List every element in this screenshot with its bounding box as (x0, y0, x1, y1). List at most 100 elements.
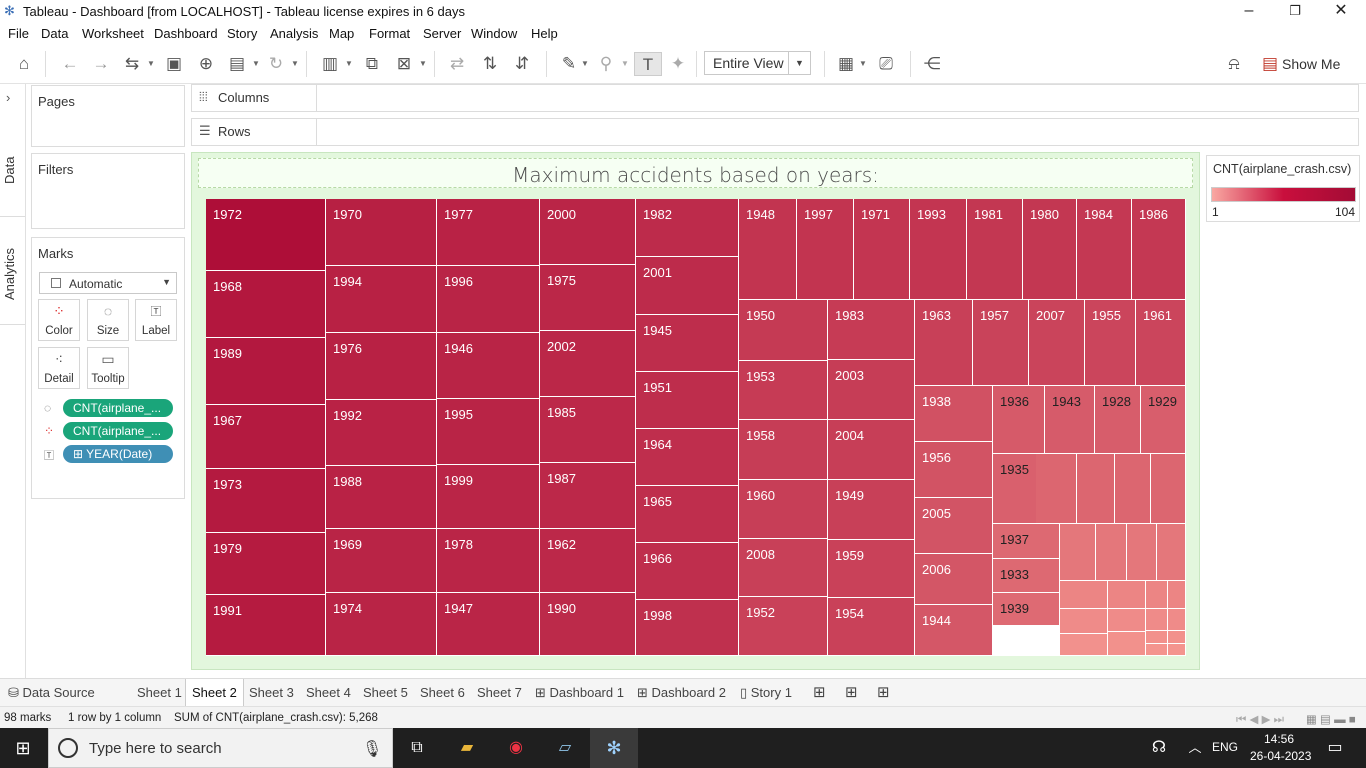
treemap-cell[interactable] (1108, 609, 1146, 632)
chevron-down-icon[interactable]: ▼ (146, 52, 156, 76)
treemap-cell[interactable] (1146, 581, 1168, 609)
treemap-cell[interactable]: 1936 (993, 386, 1045, 454)
notifications-icon[interactable]: ▭ (1322, 736, 1348, 760)
treemap-cell[interactable]: 1998 (636, 600, 739, 656)
chevron-down-icon[interactable]: ▼ (858, 52, 868, 76)
treemap-cell[interactable] (1168, 644, 1186, 656)
treemap-cell[interactable]: 1983 (828, 300, 915, 360)
treemap-cell[interactable] (1168, 581, 1186, 609)
chevron-right-icon[interactable]: › (6, 90, 10, 105)
treemap-cell[interactable] (1060, 524, 1096, 581)
menu-story[interactable]: Story (227, 26, 257, 41)
pill-label-year[interactable]: ⊞ YEAR(Date) (63, 445, 173, 463)
treemap-cell[interactable]: 1928 (1095, 386, 1141, 454)
treemap-cell[interactable]: 1979 (206, 533, 326, 595)
nav-arrows-icon[interactable]: ⏮ ◀ ▶ ⏭ (1236, 712, 1284, 727)
pill-size-cnt[interactable]: CNT(airplane_... (63, 399, 173, 417)
treemap-cell[interactable]: 1999 (437, 465, 540, 529)
treemap-cell[interactable]: 1959 (828, 540, 915, 598)
treemap[interactable]: 1972 1968 1989 1967 1973 1979 1991 1970 1994 1976… (206, 199, 1186, 656)
tab-sheet-5[interactable]: Sheet 5 (363, 685, 408, 700)
view-mode-icons[interactable]: ▦ ▤ ▬ ■ (1306, 712, 1356, 726)
clock-date[interactable]: 26-04-2023 (1250, 749, 1311, 763)
treemap-cell[interactable]: 1946 (437, 333, 540, 399)
treemap-cell[interactable]: 1965 (636, 486, 739, 543)
treemap-cell[interactable]: 1964 (636, 429, 739, 486)
treemap-cell[interactable]: 1997 (797, 199, 854, 300)
people-icon[interactable]: ☊ (1146, 736, 1172, 760)
show-me-icon[interactable]: ▤ (1258, 52, 1282, 76)
menu-file[interactable]: File (8, 26, 29, 41)
treemap-cell[interactable] (1151, 454, 1186, 524)
tab-data-source[interactable]: ⛁ Data Source (8, 685, 95, 701)
treemap-cell[interactable] (1146, 631, 1168, 644)
rows-shelf[interactable]: ☰ Rows (191, 118, 1359, 146)
treemap-cell[interactable] (1168, 609, 1186, 631)
treemap-cell[interactable]: 2002 (540, 331, 636, 397)
swap-icon[interactable]: ⇄ (445, 52, 469, 76)
treemap-cell[interactable]: 2001 (636, 257, 739, 315)
treemap-cell[interactable]: 1949 (828, 480, 915, 540)
treemap-cell[interactable]: 1968 (206, 271, 326, 338)
treemap-cell[interactable] (1146, 644, 1168, 656)
chevron-down-icon[interactable]: ▼ (620, 52, 630, 76)
treemap-cell[interactable]: 1990 (540, 593, 636, 656)
sort-descending-icon[interactable]: ⇵ (510, 52, 534, 76)
share-icon[interactable]: ⋲ (920, 52, 944, 76)
menu-format[interactable]: Format (369, 26, 410, 41)
close-icon[interactable]: ✕ (1318, 0, 1364, 24)
format-painter-icon[interactable]: ⍾ (1222, 52, 1246, 76)
treemap-cell[interactable]: 1948 (739, 199, 797, 300)
columns-shelf[interactable]: ⦙⦙⦙ Columns (191, 84, 1359, 112)
treemap-cell[interactable]: 1958 (739, 420, 828, 480)
file-explorer-icon[interactable]: ▰ (454, 736, 480, 760)
new-story-icon[interactable]: ⊞ (877, 683, 890, 701)
tab-data[interactable]: Data (2, 150, 24, 190)
pill-color-cnt[interactable]: CNT(airplane_... (63, 422, 173, 440)
treemap-cell[interactable]: 1966 (636, 543, 739, 600)
tab-dashboard-2[interactable]: ⊞ Dashboard 2 (637, 685, 726, 701)
highlight-icon[interactable]: ✎ (557, 52, 581, 76)
treemap-cell[interactable]: 1985 (540, 397, 636, 463)
treemap-cell[interactable] (1115, 454, 1151, 524)
chevron-down-icon[interactable]: ▼ (344, 52, 354, 76)
save-icon[interactable]: ▣ (162, 52, 186, 76)
treemap-cell[interactable]: 1950 (739, 300, 828, 361)
redo-icon[interactable]: → (89, 52, 113, 76)
treemap-cell[interactable]: 1978 (437, 529, 540, 593)
treemap-cell[interactable]: 1955 (1085, 300, 1136, 386)
treemap-cell[interactable]: 2005 (915, 498, 993, 554)
treemap-cell[interactable]: 1993 (910, 199, 967, 300)
home-icon[interactable]: ⌂ (12, 52, 36, 76)
undo-icon[interactable]: ← (58, 52, 82, 76)
pause-updates-icon[interactable]: ▤ (225, 52, 249, 76)
duplicate-icon[interactable]: ⧉ (360, 52, 384, 76)
treemap-cell[interactable]: 1970 (326, 199, 437, 266)
treemap-cell[interactable]: 1995 (437, 399, 540, 465)
show-me-label[interactable]: Show Me (1282, 52, 1342, 76)
refresh-icon[interactable]: ↻ (264, 52, 288, 76)
sort-ascending-icon[interactable]: ⇅ (478, 52, 502, 76)
tab-sheet-7[interactable]: Sheet 7 (477, 685, 522, 700)
minimize-icon[interactable]: – (1226, 0, 1272, 24)
treemap-cell[interactable]: 1947 (437, 593, 540, 656)
tab-sheet-1[interactable]: Sheet 1 (137, 685, 182, 700)
treemap-cell[interactable]: 1961 (1136, 300, 1186, 386)
treemap-cell[interactable]: 1938 (915, 386, 993, 442)
treemap-cell[interactable]: 1991 (206, 595, 326, 656)
treemap-cell[interactable]: 1960 (739, 480, 828, 539)
filters-card[interactable]: Filters (31, 153, 185, 229)
chevron-up-icon[interactable]: ︿ (1182, 736, 1208, 760)
treemap-cell[interactable] (1108, 632, 1146, 656)
treemap-cell[interactable]: 1982 (636, 199, 739, 257)
treemap-cell[interactable] (1157, 524, 1186, 581)
new-sheet-icon[interactable]: ⊞ (813, 683, 826, 701)
treemap-cell[interactable]: 1945 (636, 315, 739, 372)
clock-time[interactable]: 14:56 (1264, 732, 1294, 746)
treemap-cell[interactable]: 1977 (437, 199, 540, 266)
treemap-cell[interactable]: 2004 (828, 420, 915, 480)
treemap-cell[interactable]: 1937 (993, 524, 1060, 559)
treemap-cell[interactable] (1077, 454, 1115, 524)
menu-data[interactable]: Data (41, 26, 68, 41)
pages-card[interactable]: Pages (31, 85, 185, 147)
